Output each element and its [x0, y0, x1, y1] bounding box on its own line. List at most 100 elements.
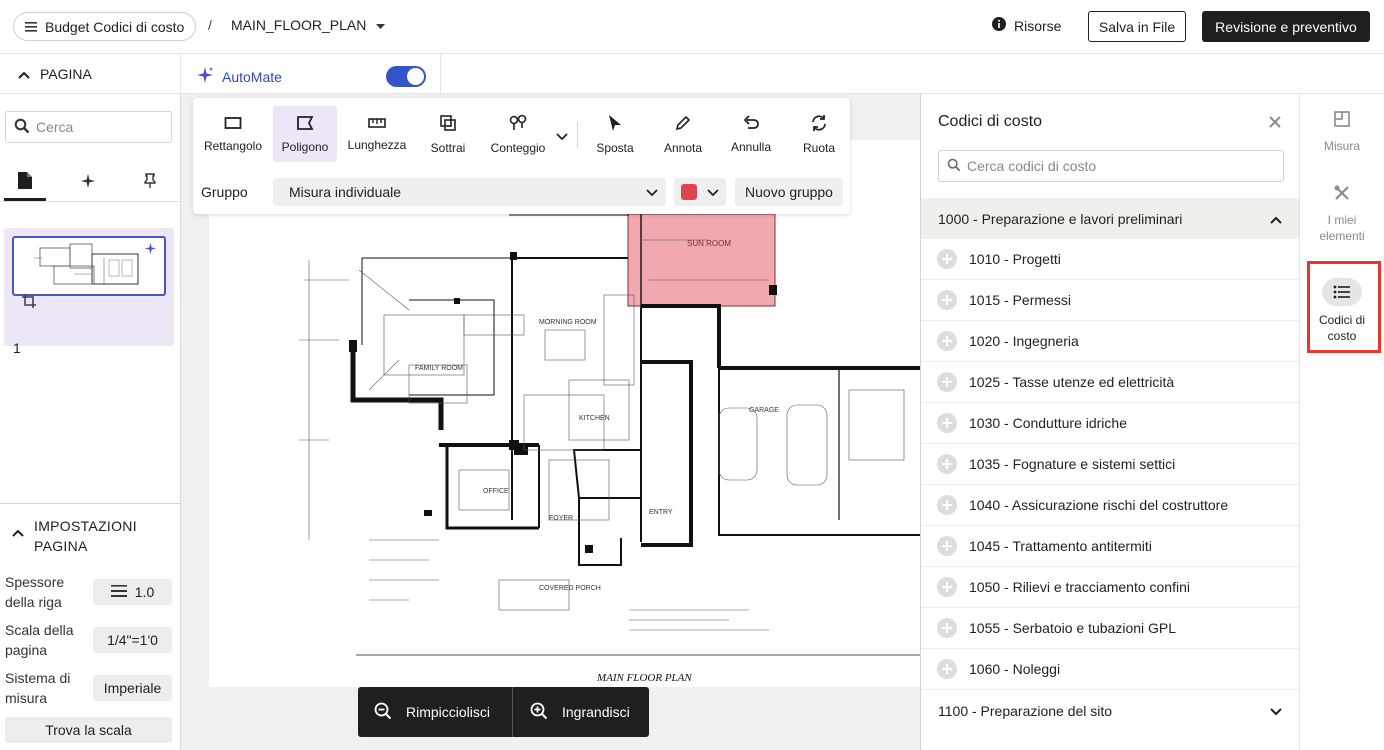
- add-circle-icon[interactable]: [937, 659, 957, 679]
- cost-code-label: 1025 - Tasse utenze ed elettricità: [969, 374, 1175, 390]
- rail-my-items-label: I miei elementi: [1319, 212, 1364, 244]
- add-circle-icon[interactable]: [937, 290, 957, 310]
- add-circle-icon[interactable]: [937, 413, 957, 433]
- line-thickness-select[interactable]: 1.0: [93, 579, 172, 605]
- resources-link[interactable]: Risorse: [992, 17, 1061, 34]
- tool-rotate-label: Ruota: [802, 140, 836, 155]
- add-circle-icon[interactable]: [937, 454, 957, 474]
- room-label-kitchen: KITCHEN: [579, 415, 610, 422]
- tool-move[interactable]: Sposta: [587, 106, 643, 162]
- room-label-garage: GARAGE: [749, 407, 779, 414]
- add-circle-icon[interactable]: [937, 331, 957, 351]
- cost-code-item[interactable]: 1030 - Condutture idriche: [921, 403, 1299, 444]
- tool-polygon-label: Poligono: [281, 139, 329, 154]
- cost-code-label: 1010 - Progetti: [969, 251, 1061, 267]
- category-1100-label: 1100 - Preparazione del sito: [938, 702, 1113, 719]
- page-thumbnail-card[interactable]: 1: [4, 228, 174, 356]
- tool-undo-label: Annulla: [730, 139, 772, 154]
- tab-pages[interactable]: [5, 168, 45, 196]
- toggle-knob: [407, 68, 424, 85]
- measure-system-select[interactable]: Imperiale: [93, 675, 172, 701]
- tab-ai[interactable]: [68, 168, 108, 196]
- rail-cost-codes[interactable]: Codici di costo: [1300, 278, 1384, 344]
- cost-code-item[interactable]: 1055 - Serbatoio e tubazioni GPL: [921, 608, 1299, 649]
- right-rail: Misura I miei elementi Codici di costo: [1300, 94, 1384, 750]
- review-estimate-button[interactable]: Revisione e preventivo: [1202, 11, 1370, 42]
- tab-pinned[interactable]: [130, 168, 170, 196]
- tool-undo[interactable]: Annulla: [723, 106, 779, 162]
- cost-code-item[interactable]: 1035 - Fognature e sistemi settici: [921, 444, 1299, 485]
- ai-badge-icon: [144, 242, 157, 258]
- new-group-button[interactable]: Nuovo gruppo: [735, 178, 843, 206]
- cost-code-item[interactable]: 1040 - Assicurazione rischi del costrutt…: [921, 485, 1299, 526]
- divider: [440, 54, 441, 94]
- page-settings-panel: IMPOSTAZIONI PAGINA Spessore della riga …: [0, 503, 181, 743]
- tool-count[interactable]: Conteggio: [483, 106, 553, 162]
- line-thickness-label-line1: Spessore: [5, 574, 65, 590]
- search-icon: [947, 158, 961, 175]
- cost-code-item[interactable]: 1060 - Noleggi: [921, 649, 1299, 690]
- cost-code-item[interactable]: 1045 - Trattamento antitermiti: [921, 526, 1299, 567]
- category-1100-header[interactable]: 1100 - Preparazione del sito: [921, 690, 1299, 731]
- page-search-input[interactable]: Cerca: [5, 111, 172, 143]
- color-select[interactable]: [674, 178, 726, 206]
- add-circle-icon[interactable]: [937, 536, 957, 556]
- save-file-button[interactable]: Salva in File: [1088, 11, 1186, 42]
- page-thumbnail: [12, 236, 166, 296]
- page-settings-title-line2: PAGINA: [34, 538, 88, 554]
- cost-code-item[interactable]: 1015 - Permessi: [921, 280, 1299, 321]
- rail-measure[interactable]: Misura: [1300, 110, 1384, 154]
- cost-code-search-input[interactable]: Cerca codici di costo: [938, 150, 1284, 182]
- zoom-out-button[interactable]: Rimpicciolisci: [374, 687, 490, 737]
- close-icon[interactable]: [1268, 112, 1282, 135]
- add-circle-icon[interactable]: [937, 577, 957, 597]
- tool-rectangle[interactable]: Rettangolo: [199, 106, 267, 162]
- drawing-canvas[interactable]: SUN ROOM FAMILY ROOM MORNING ROOM KITCHE…: [181, 94, 920, 750]
- add-circle-icon[interactable]: [937, 618, 957, 638]
- rail-my-items[interactable]: I miei elementi: [1300, 184, 1384, 244]
- tool-rotate[interactable]: Ruota: [791, 106, 847, 162]
- cost-code-item[interactable]: 1010 - Progetti: [921, 239, 1299, 280]
- automate-toggle[interactable]: [386, 66, 426, 87]
- tool-annotate[interactable]: Annota: [655, 106, 711, 162]
- sidebar-tabs: [0, 162, 181, 202]
- polygon-icon: [296, 115, 314, 134]
- page-scale-label-line2: pagina: [5, 642, 48, 658]
- line-thickness-value: 1.0: [134, 584, 155, 600]
- project-menu-button[interactable]: Budget Codici di costo: [13, 12, 197, 41]
- cost-code-item[interactable]: 1025 - Tasse utenze ed elettricità: [921, 362, 1299, 403]
- automate-label: AutoMate: [222, 68, 282, 85]
- page-settings-toggle[interactable]: IMPOSTAZIONI PAGINA: [12, 516, 137, 556]
- chevron-down-icon[interactable]: [556, 128, 568, 144]
- category-1000-header[interactable]: 1000 - Preparazione e lavori preliminari: [921, 198, 1299, 239]
- page-section-toggle[interactable]: PAGINA: [0, 54, 181, 94]
- plan-selector[interactable]: MAIN_FLOOR_PLAN: [231, 17, 386, 33]
- tool-subtract[interactable]: Sottrai: [419, 106, 477, 162]
- page-settings-title-line1: IMPOSTAZIONI: [34, 518, 137, 534]
- room-label-foyer: FOYER: [549, 515, 573, 522]
- page-scale-select[interactable]: 1/4"=1'0: [93, 627, 172, 653]
- cost-code-item[interactable]: 1050 - Rilievi e tracciamento confini: [921, 567, 1299, 608]
- crop-icon: [22, 294, 36, 311]
- tool-polygon[interactable]: Poligono: [273, 106, 337, 162]
- ruler-icon: [368, 117, 386, 132]
- toolbar-divider: [577, 122, 578, 148]
- active-tab-indicator: [4, 198, 46, 201]
- hamburger-icon: [25, 19, 37, 35]
- group-select[interactable]: Misura individuale: [273, 178, 666, 206]
- cost-code-label: 1055 - Serbatoio e tubazioni GPL: [969, 620, 1177, 636]
- group-label: Gruppo: [201, 184, 248, 200]
- zoom-in-button[interactable]: Ingrandisci: [530, 687, 630, 737]
- add-circle-icon[interactable]: [937, 372, 957, 392]
- rail-cost-codes-label-line2: costo: [1327, 329, 1357, 343]
- chevron-up-icon: [18, 66, 30, 82]
- cost-code-item[interactable]: 1020 - Ingegneria: [921, 321, 1299, 362]
- chevron-up-icon: [12, 522, 24, 556]
- page-section-label: PAGINA: [40, 66, 92, 82]
- zoom-controls: Rimpicciolisci Ingrandisci: [358, 687, 649, 737]
- tool-length[interactable]: Lunghezza: [343, 106, 411, 162]
- add-circle-icon[interactable]: [937, 249, 957, 269]
- find-scale-button[interactable]: Trova la scala: [5, 717, 172, 743]
- add-circle-icon[interactable]: [937, 495, 957, 515]
- page-scale-label-line1: Scala della: [5, 622, 74, 638]
